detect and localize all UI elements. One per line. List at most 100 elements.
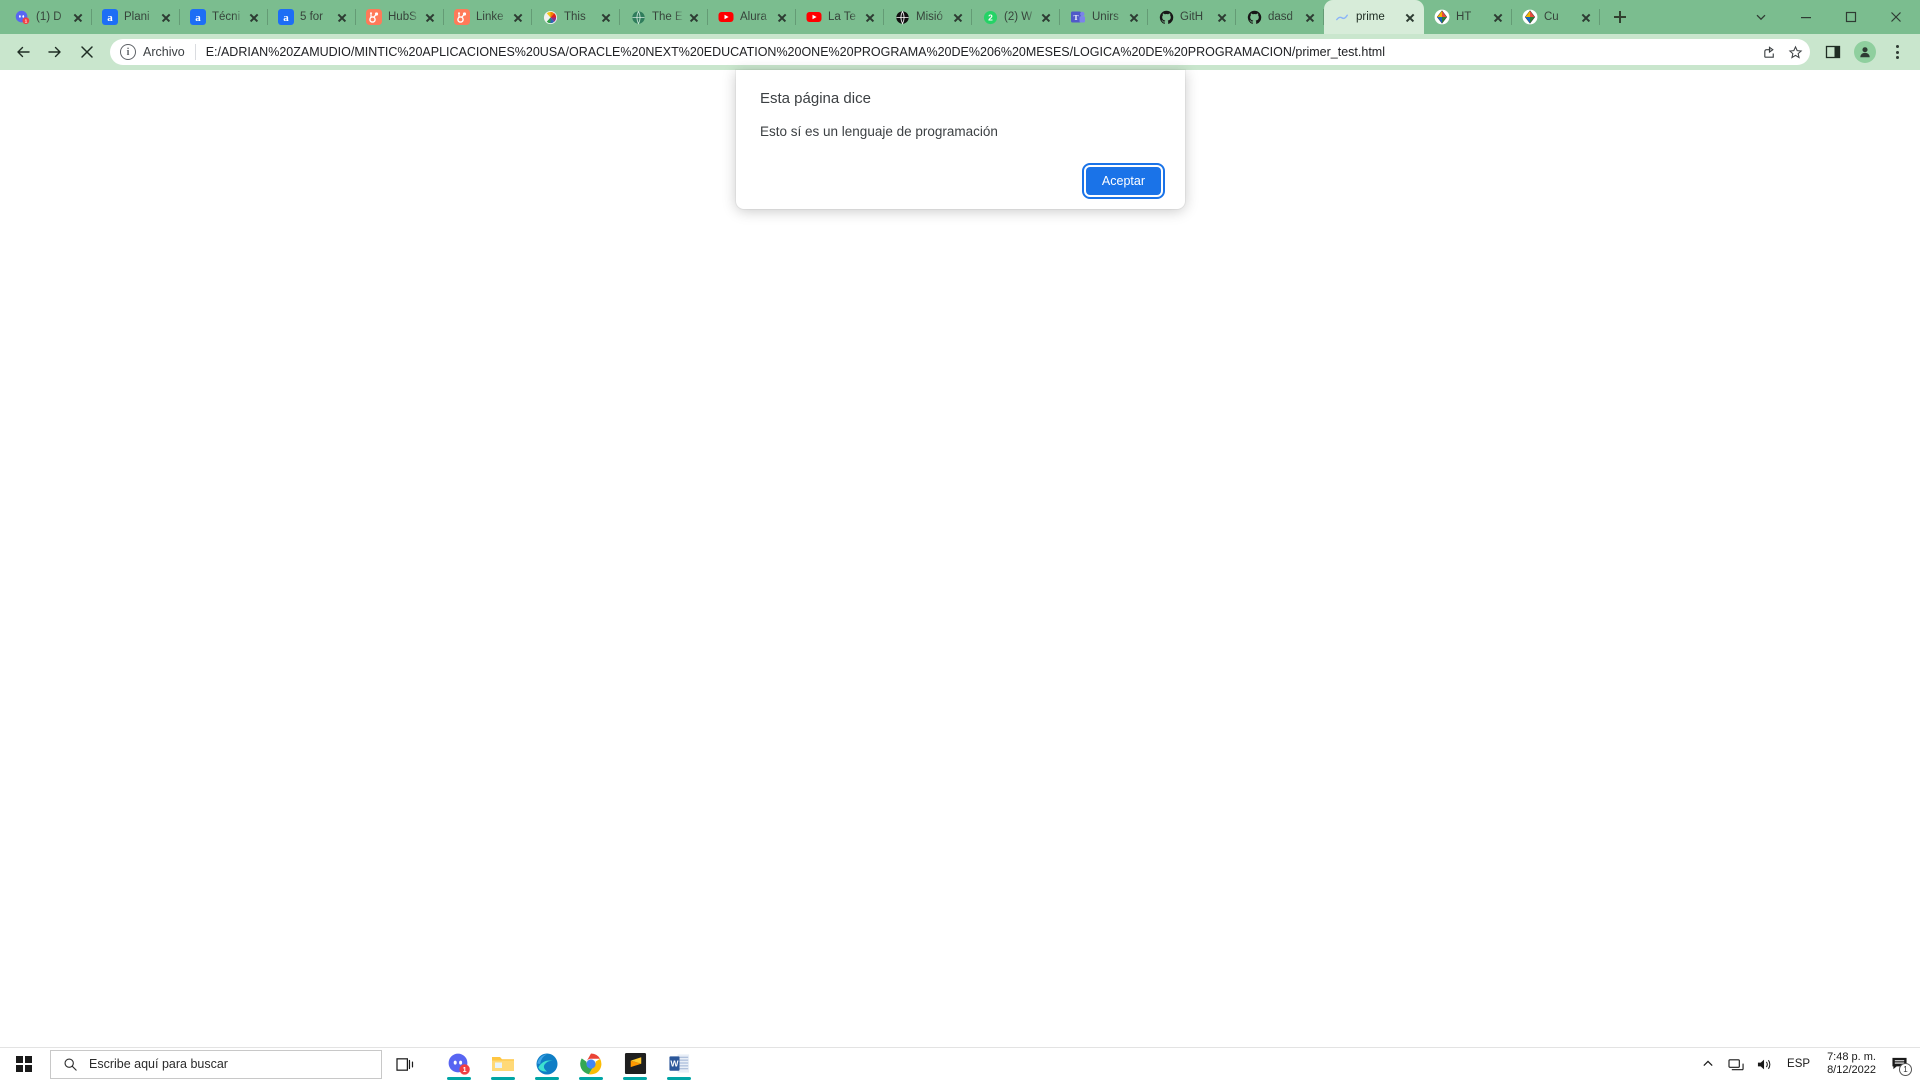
task-view-icon[interactable]	[382, 1048, 428, 1081]
browser-tab[interactable]: a Plani	[92, 0, 180, 34]
svg-text:a: a	[107, 12, 113, 24]
back-arrow-icon[interactable]	[8, 37, 38, 67]
accept-button[interactable]: Aceptar	[1081, 163, 1166, 199]
windows-taskbar: Escribe aquí para buscar 1 W ESP 7:48 p.…	[0, 1047, 1920, 1080]
share-icon[interactable]	[1758, 41, 1780, 63]
omnibox-actions	[1758, 41, 1806, 63]
star-icon[interactable]	[1784, 41, 1806, 63]
taskbar-app-google-chrome[interactable]	[574, 1048, 608, 1081]
browser-tab[interactable]: GitH	[1148, 0, 1236, 34]
alura-icon: a	[102, 9, 118, 25]
browser-tab[interactable]: HT	[1424, 0, 1512, 34]
dialog-message: Esto sí es un lenguaje de programación	[760, 124, 998, 139]
app-running-indicator	[491, 1077, 515, 1080]
volume-icon[interactable]	[1750, 1048, 1778, 1081]
notifications-icon[interactable]: 1	[1884, 1048, 1914, 1081]
browser-tab[interactable]: HubS	[356, 0, 444, 34]
svg-text:1: 1	[463, 1067, 467, 1074]
svg-text:a: a	[195, 12, 201, 24]
chevron-up-icon[interactable]	[1694, 1048, 1722, 1081]
start-button[interactable]	[0, 1048, 48, 1081]
browser-tab[interactable]: Misió	[884, 0, 972, 34]
tab-close-icon[interactable]	[950, 9, 966, 25]
browser-tab[interactable]: T Unirs	[1060, 0, 1148, 34]
close-icon[interactable]	[1873, 1, 1918, 33]
maximize-icon[interactable]	[1828, 1, 1873, 33]
search-icon	[64, 1057, 77, 1071]
search-input[interactable]: Escribe aquí para buscar	[50, 1049, 382, 1079]
profile-avatar-icon[interactable]	[1850, 37, 1880, 67]
tab-title: Misió	[916, 11, 943, 23]
browser-tab[interactable]: dasd	[1236, 0, 1324, 34]
browser-tab[interactable]: a 5 for	[268, 0, 356, 34]
side-panel-icon[interactable]	[1818, 37, 1848, 67]
three-dot-menu-icon[interactable]	[1882, 37, 1912, 67]
language-indicator[interactable]: ESP	[1778, 1058, 1819, 1070]
alura-icon: a	[278, 9, 294, 25]
tab-close-icon[interactable]	[1126, 9, 1142, 25]
browser-tab[interactable]: Alura	[708, 0, 796, 34]
clock[interactable]: 7:48 p. m. 8/12/2022	[1819, 1051, 1884, 1077]
taskbar-app-file-explorer[interactable]	[486, 1048, 520, 1081]
windows-logo-icon	[16, 1056, 32, 1072]
svg-text:2: 2	[988, 12, 993, 22]
taskbar-app-microsoft-word[interactable]: W	[662, 1048, 696, 1081]
dialog-title: Esta página dice	[760, 90, 871, 107]
youtube-icon	[806, 9, 822, 25]
tab-close-icon[interactable]	[598, 9, 614, 25]
url-scheme-label: Archivo	[143, 45, 185, 59]
tab-close-icon[interactable]	[1578, 9, 1594, 25]
hubspot-icon	[454, 9, 470, 25]
network-icon[interactable]	[1722, 1048, 1750, 1081]
browser-tab[interactable]: a Técni	[180, 0, 268, 34]
new-tab-button[interactable]	[1606, 3, 1634, 31]
chevron-down-icon[interactable]	[1738, 1, 1783, 33]
tab-title: 5 for	[300, 11, 324, 23]
tab-title: GitH	[1180, 11, 1203, 23]
tab-close-icon[interactable]	[862, 9, 878, 25]
tab-close-icon[interactable]	[334, 9, 350, 25]
tab-title: (1) D	[36, 11, 62, 23]
tab-close-icon[interactable]	[158, 9, 174, 25]
browser-tab[interactable]: La Te	[796, 0, 884, 34]
tab-close-icon[interactable]	[1214, 9, 1230, 25]
browser-tab[interactable]: Cu	[1512, 0, 1600, 34]
tab-separator	[1599, 9, 1600, 25]
browser-tab[interactable]: prime	[1324, 0, 1424, 34]
taskbar-app-microsoft-edge[interactable]	[530, 1048, 564, 1081]
browser-tab[interactable]: 1 (1) D	[4, 0, 92, 34]
browser-tab[interactable]: Linke	[444, 0, 532, 34]
browser-tab[interactable]: The E	[620, 0, 708, 34]
teams-icon: T	[1070, 9, 1086, 25]
file-icon	[1334, 9, 1350, 25]
browser-tab[interactable]: 2 (2) W	[972, 0, 1060, 34]
taskbar-app-discord[interactable]: 1	[442, 1048, 476, 1081]
tab-title: Cu	[1544, 11, 1559, 23]
stop-loading-icon[interactable]	[72, 37, 102, 67]
address-bar[interactable]: i Archivo E:/ADRIAN%20ZAMUDIO/MINTIC%20A…	[110, 39, 1810, 65]
tab-close-icon[interactable]	[1038, 9, 1054, 25]
page-content: Esta página dice Esto sí es un lenguaje …	[0, 70, 1920, 1047]
tab-close-icon[interactable]	[1302, 9, 1318, 25]
tab-title: Técni	[212, 11, 241, 23]
globe-icon	[630, 9, 646, 25]
browser-toolbar: i Archivo E:/ADRIAN%20ZAMUDIO/MINTIC%20A…	[0, 34, 1920, 70]
browser-tab[interactable]: This	[532, 0, 620, 34]
info-circle-icon[interactable]: i	[120, 44, 136, 60]
tab-close-icon[interactable]	[1490, 9, 1506, 25]
svg-text:1: 1	[24, 18, 27, 23]
window-controls	[1738, 0, 1920, 34]
tab-close-icon[interactable]	[1402, 9, 1418, 25]
tab-close-icon[interactable]	[70, 9, 86, 25]
tab-close-icon[interactable]	[686, 9, 702, 25]
tab-close-icon[interactable]	[510, 9, 526, 25]
tab-close-icon[interactable]	[774, 9, 790, 25]
taskbar-app-sublime-text[interactable]	[618, 1048, 652, 1081]
forward-arrow-icon[interactable]	[40, 37, 70, 67]
omnibox-divider	[194, 44, 196, 60]
tab-title: Linke	[476, 11, 504, 23]
tab-close-icon[interactable]	[246, 9, 262, 25]
kite-play-icon	[1434, 9, 1450, 25]
tab-close-icon[interactable]	[422, 9, 438, 25]
minimize-icon[interactable]	[1783, 1, 1828, 33]
